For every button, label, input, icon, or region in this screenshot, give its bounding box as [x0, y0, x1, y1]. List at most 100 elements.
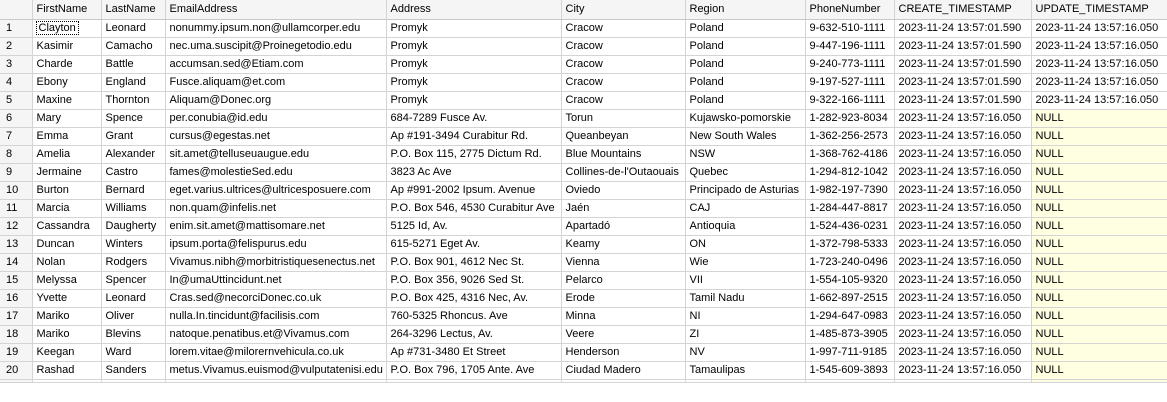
cell-create-timestamp[interactable]: 2023-11-24 13:57:16.050	[894, 289, 1032, 308]
cell-update-timestamp[interactable]: NULL	[1031, 217, 1167, 236]
table-row[interactable]: 11 Marcia Williams non.quam@infelis.net P.O.…	[0, 199, 1167, 218]
cell-city[interactable]: Jaén	[561, 199, 686, 218]
cell-firstname[interactable]: Duncan	[32, 235, 102, 254]
cell-region[interactable]: NV	[685, 343, 806, 362]
cell-phonenumber[interactable]: 1-982-197-7390	[805, 181, 895, 200]
cell-update-timestamp[interactable]: NULL	[1031, 361, 1167, 380]
cell-address[interactable]: Promyk	[386, 91, 562, 110]
cell-create-timestamp[interactable]: 2023-11-24 13:57:16.050	[894, 235, 1032, 254]
cell-city[interactable]: Apartadó	[561, 217, 686, 236]
row-number[interactable]: 5	[0, 91, 33, 110]
row-number[interactable]: 20	[0, 361, 33, 380]
cell-region[interactable]: ZI	[685, 325, 806, 344]
cell-address[interactable]: P.O. Box 901, 4612 Nec St.	[386, 253, 562, 272]
cell-city[interactable]: Cracow	[561, 55, 686, 74]
cell-emailaddress[interactable]: In@umaUttincidunt.net	[165, 271, 387, 290]
cell-update-timestamp[interactable]: NULL	[1031, 127, 1167, 146]
cell-update-timestamp[interactable]: 2023-11-24 13:57:16.050	[1031, 55, 1167, 74]
cell-region[interactable]: Poland	[685, 91, 806, 110]
cell-emailaddress[interactable]: accumsan.sed@Etiam.com	[165, 55, 387, 74]
cell-city[interactable]: Cracow	[561, 73, 686, 92]
cell-firstname[interactable]: Marcia	[32, 199, 102, 218]
cell-create-timestamp[interactable]: 2023-11-24 13:57:16.050	[894, 145, 1032, 164]
cell-address[interactable]: Ap #991-2002 Ipsum. Avenue	[386, 181, 562, 200]
table-row[interactable]: 8 Amelia Alexander sit.amet@telluseuaugue.e…	[0, 145, 1167, 164]
cell-region[interactable]: Poland	[685, 55, 806, 74]
cell-city[interactable]: Vienna	[561, 253, 686, 272]
cell-update-timestamp[interactable]: NULL	[1031, 307, 1167, 326]
cell-region[interactable]: Poland	[685, 73, 806, 92]
table-row[interactable]: 20 Rashad Sanders metus.Vivamus.euismod@vul…	[0, 361, 1167, 380]
cell-region[interactable]: NI	[685, 307, 806, 326]
cell-firstname[interactable]: Kasimir	[32, 37, 102, 56]
cell-firstname[interactable]: Mariko	[32, 325, 102, 344]
row-number[interactable]: 19	[0, 343, 33, 362]
cell-address[interactable]: 3823 Ac Ave	[386, 163, 562, 182]
table-row[interactable]: 10 Burton Bernard eget.varius.ultrices@ultr…	[0, 181, 1167, 200]
cell-city[interactable]: Torun	[561, 109, 686, 128]
cell-lastname[interactable]: Rodgers	[101, 253, 166, 272]
table-row[interactable]: 13 Duncan Winters ipsum.porta@felispurus.ed…	[0, 235, 1167, 254]
cell-update-timestamp[interactable]: NULL	[1031, 163, 1167, 182]
cell-emailaddress[interactable]: sit.amet@telluseuaugue.edu	[165, 145, 387, 164]
cell-phonenumber[interactable]: 1-284-447-8817	[805, 199, 895, 218]
cell-phonenumber[interactable]: 1-485-873-3905	[805, 325, 895, 344]
cell-emailaddress[interactable]: Fusce.aliquam@et.com	[165, 73, 387, 92]
cell-lastname[interactable]: Leonard	[101, 289, 166, 308]
cell-lastname[interactable]: Ward	[101, 343, 166, 362]
cell-update-timestamp[interactable]: 2023-11-24 13:57:16.050	[1031, 37, 1167, 56]
column-header-region[interactable]: Region	[685, 0, 806, 20]
table-row[interactable]: 18 Mariko Blevins natoque.penatibus.et@Viva…	[0, 325, 1167, 344]
cell-phonenumber[interactable]: 1-368-762-4186	[805, 145, 895, 164]
cell-lastname[interactable]: Leonard	[101, 19, 166, 38]
cell-lastname[interactable]: Spence	[101, 109, 166, 128]
cell-create-timestamp[interactable]: 2023-11-24 13:57:01.590	[894, 91, 1032, 110]
cell-region[interactable]: Antioquia	[685, 217, 806, 236]
cell-firstname[interactable]: Keegan	[32, 343, 102, 362]
cell-emailaddress[interactable]: enim.sit.amet@mattisomare.net	[165, 217, 387, 236]
row-number[interactable]: 12	[0, 217, 33, 236]
cell-address[interactable]: Promyk	[386, 55, 562, 74]
cell-lastname[interactable]: Blevins	[101, 325, 166, 344]
row-number[interactable]: 11	[0, 199, 33, 218]
cell-emailaddress[interactable]: nonummy.ipsum.non@ullamcorper.edu	[165, 19, 387, 38]
cell-address[interactable]: 5125 Id, Av.	[386, 217, 562, 236]
cell-lastname[interactable]: Winters	[101, 235, 166, 254]
cell-update-timestamp[interactable]: NULL	[1031, 199, 1167, 218]
table-row[interactable]: 6 Mary Spence per.conubia@id.edu 684-7289 Fu…	[0, 109, 1167, 128]
cell-lastname[interactable]: Oliver	[101, 307, 166, 326]
column-header-create-timestamp[interactable]: CREATE_TIMESTAMP	[894, 0, 1032, 20]
cell-phonenumber[interactable]: 9-197-527-1111	[805, 73, 895, 92]
row-number[interactable]: 4	[0, 73, 33, 92]
cell-address[interactable]: P.O. Box 425, 4316 Nec, Av.	[386, 289, 562, 308]
cell-firstname[interactable]: Mariko	[32, 307, 102, 326]
cell-update-timestamp[interactable]: 2023-11-24 13:57:16.050	[1031, 73, 1167, 92]
cell-city[interactable]: Ciudad Madero	[561, 361, 686, 380]
cell-emailaddress[interactable]: cursus@egestas.net	[165, 127, 387, 146]
row-number[interactable]: 2	[0, 37, 33, 56]
cell-address[interactable]: P.O. Box 796, 1705 Ante. Ave	[386, 361, 562, 380]
row-number[interactable]: 17	[0, 307, 33, 326]
cell-firstname[interactable]: Rashad	[32, 361, 102, 380]
cell-firstname[interactable]: Jermaine	[32, 163, 102, 182]
table-row[interactable]: 17 Mariko Oliver nulla.In.tincidunt@facilis…	[0, 307, 1167, 326]
cell-phonenumber[interactable]: 1-282-923-8034	[805, 109, 895, 128]
cell-emailaddress[interactable]: nec.uma.suscipit@Proinegetodio.edu	[165, 37, 387, 56]
column-header-city[interactable]: City	[561, 0, 686, 20]
row-number[interactable]: 1	[0, 19, 33, 38]
cell-firstname[interactable]: Cassandra	[32, 217, 102, 236]
cell-phonenumber[interactable]: 1-362-256-2573	[805, 127, 895, 146]
cell-address[interactable]: 684-7289 Fusce Av.	[386, 109, 562, 128]
cell-create-timestamp[interactable]: 2023-11-24 13:57:16.050	[894, 361, 1032, 380]
cell-region[interactable]: Wie	[685, 253, 806, 272]
cell-city[interactable]: Cracow	[561, 37, 686, 56]
cell-firstname[interactable]: Yvette	[32, 289, 102, 308]
row-number[interactable]: 7	[0, 127, 33, 146]
cell-emailaddress[interactable]: nulla.In.tincidunt@facilisis.com	[165, 307, 387, 326]
cell-create-timestamp[interactable]: 2023-11-24 13:57:16.050	[894, 163, 1032, 182]
cell-city[interactable]: Collines-de-l'Outaouais	[561, 163, 686, 182]
table-row[interactable]: 2 Kasimir Camacho nec.uma.suscipit@Proinege…	[0, 37, 1167, 56]
cell-city[interactable]: Erode	[561, 289, 686, 308]
cell-address[interactable]: Ap #731-3480 Et Street	[386, 343, 562, 362]
cell-address[interactable]: Promyk	[386, 73, 562, 92]
